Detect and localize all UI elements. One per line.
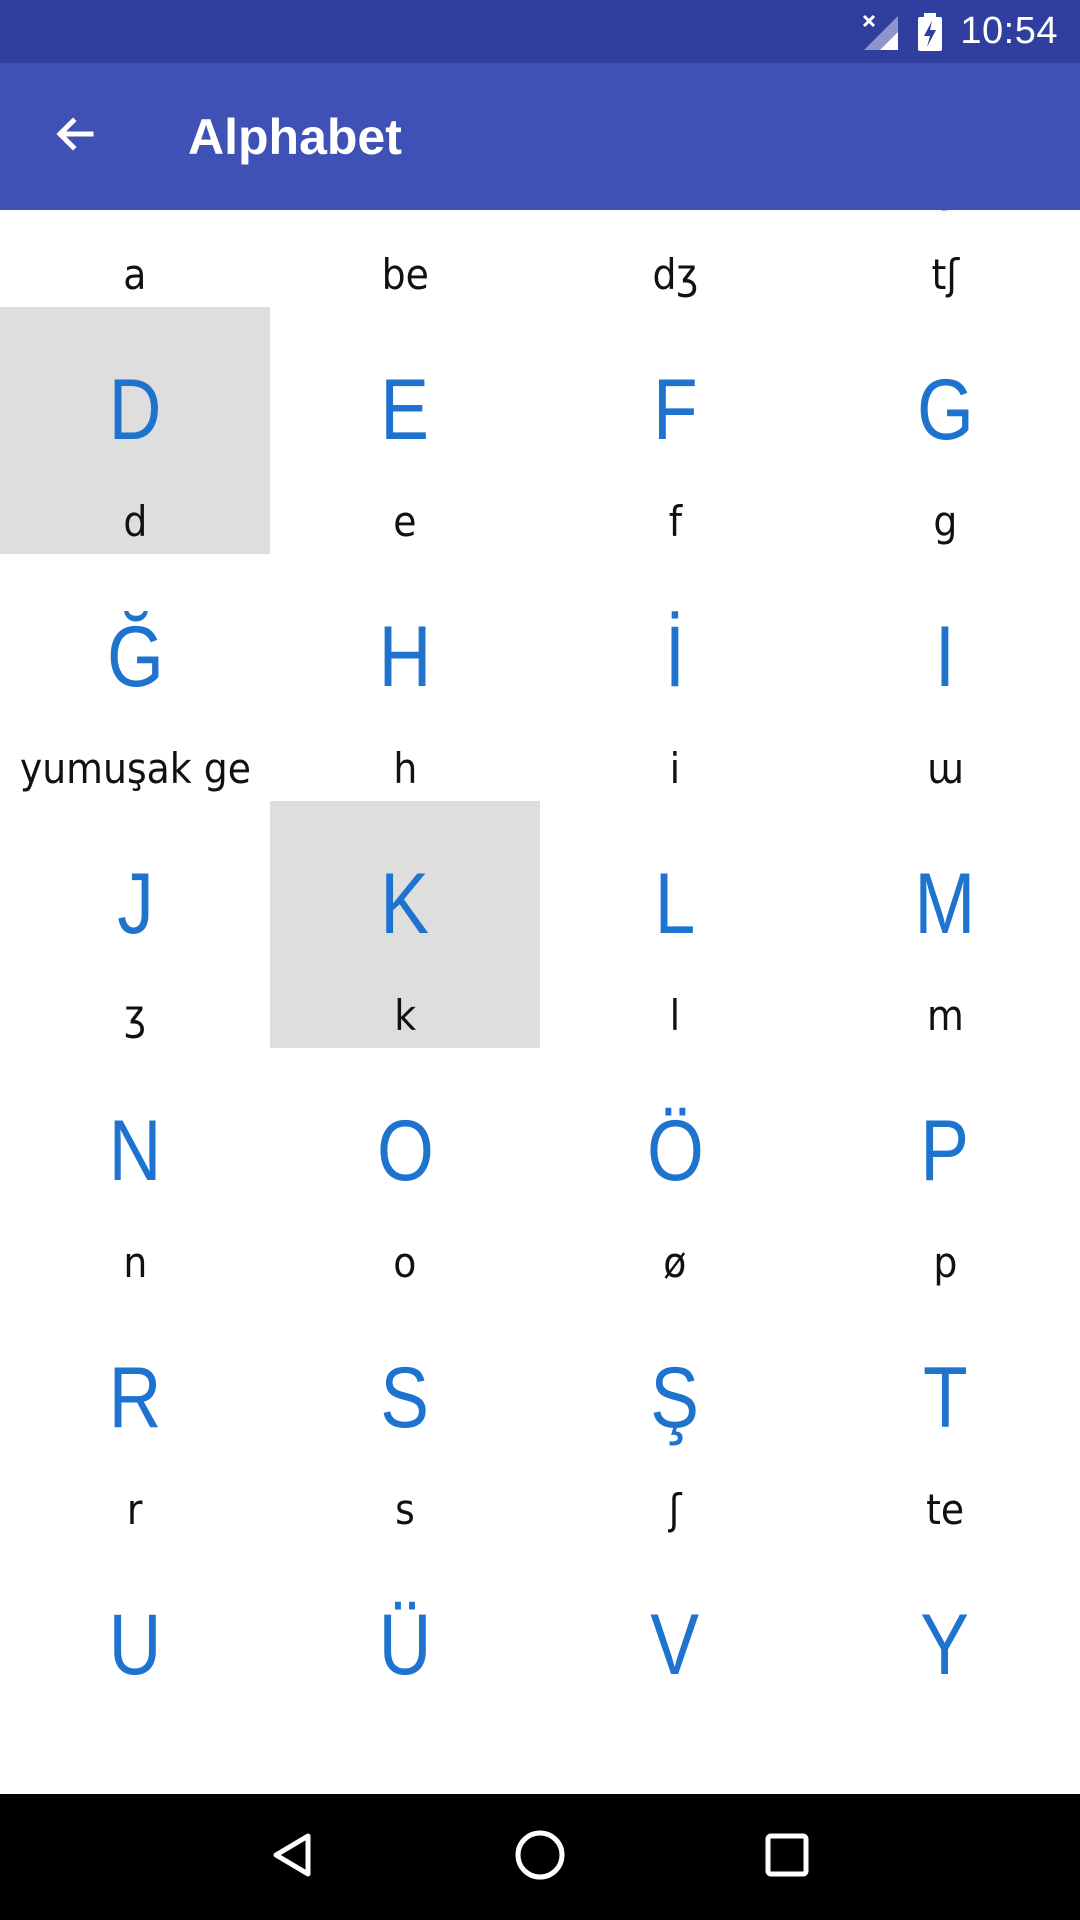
alphabet-letter: Ü (378, 1597, 432, 1693)
back-button[interactable] (0, 63, 150, 210)
alphabet-letter: U (108, 1597, 162, 1693)
alphabet-letter: P (920, 1103, 970, 1199)
pronunciation-label: f (668, 497, 682, 546)
arrow-back-icon (51, 110, 99, 163)
alphabet-letter: J (116, 856, 154, 952)
pronunciation-label: n (123, 1238, 147, 1287)
alphabet-cell[interactable]: Dd (0, 307, 270, 554)
pronunciation-label: o (393, 1238, 417, 1287)
alphabet-cell[interactable]: Ll (540, 801, 810, 1048)
alphabet-letter: E (380, 362, 430, 458)
alphabet-cell[interactable]: Hh (270, 554, 540, 801)
alphabet-letter: R (108, 1350, 162, 1446)
alphabet-cell[interactable]: Tte (810, 1295, 1080, 1542)
pronunciation-label: d (122, 497, 147, 546)
nav-back-button[interactable] (233, 1797, 353, 1917)
alphabet-cell[interactable]: Ü (270, 1542, 540, 1789)
app-bar: Alphabet (0, 63, 1080, 210)
status-time: 10:54 (960, 10, 1058, 52)
status-bar: 10:54 (0, 0, 1080, 63)
pronunciation-label: l (669, 991, 681, 1040)
pronunciation-label: yumuşak ge (19, 744, 251, 793)
alphabet-letter: F (652, 362, 698, 458)
pronunciation-label: s (395, 1485, 415, 1534)
alphabet-cell[interactable]: Oo (270, 1048, 540, 1295)
pronunciation-label: h (393, 744, 417, 793)
home-circle-icon (513, 1828, 567, 1887)
pronunciation-label: te (925, 1485, 965, 1534)
alphabet-cell[interactable]: V (540, 1542, 810, 1789)
alphabet-cell[interactable]: Çtʃ (810, 210, 1080, 307)
pronunciation-label: i (669, 744, 681, 793)
pronunciation-label: ø (663, 1238, 687, 1287)
alphabet-letter: N (108, 1103, 162, 1199)
nav-recents-button[interactable] (727, 1797, 847, 1917)
alphabet-letter: L (654, 856, 696, 952)
signal-no-service-icon (860, 12, 900, 52)
alphabet-cell[interactable]: Kk (270, 801, 540, 1048)
alphabet-letter: T (922, 1350, 968, 1446)
alphabet-letter: D (108, 362, 162, 458)
page-title: Alphabet (188, 108, 402, 165)
alphabet-cell[interactable]: Öø (540, 1048, 810, 1295)
pronunciation-label: a (123, 250, 147, 299)
alphabet-cell[interactable]: U (0, 1542, 270, 1789)
back-triangle-icon (268, 1830, 318, 1885)
alphabet-letter: Ö (646, 1103, 704, 1199)
pronunciation-label: ʃ (668, 1485, 682, 1534)
alphabet-grid-viewport[interactable]: AaBbeCdʒÇtʃDdEeFfGgĞyumuşak geHhİiIɯJʒKk… (0, 210, 1080, 1794)
pronunciation-label: tʃ (931, 250, 959, 299)
alphabet-cell[interactable]: Ss (270, 1295, 540, 1542)
alphabet-letter: M (914, 856, 976, 952)
alphabet-cell[interactable]: Mm (810, 801, 1080, 1048)
alphabet-letter: İ (664, 609, 686, 705)
pronunciation-label: dʒ (652, 250, 698, 299)
alphabet-letter: H (378, 609, 432, 705)
alphabet-cell[interactable]: Şʃ (540, 1295, 810, 1542)
alphabet-grid: AaBbeCdʒÇtʃDdEeFfGgĞyumuşak geHhİiIɯJʒKk… (0, 210, 1080, 1789)
alphabet-cell[interactable]: Bbe (270, 210, 540, 307)
alphabet-cell[interactable]: Jʒ (0, 801, 270, 1048)
alphabet-cell[interactable]: İi (540, 554, 810, 801)
alphabet-letter: Y (920, 1597, 970, 1693)
alphabet-letter: S (380, 1350, 430, 1446)
alphabet-cell[interactable]: Pp (810, 1048, 1080, 1295)
alphabet-letter: Ğ (106, 609, 164, 705)
pronunciation-label: r (127, 1485, 143, 1534)
alphabet-letter: G (916, 362, 974, 458)
pronunciation-label: e (393, 497, 417, 546)
alphabet-letter: V (650, 1597, 700, 1693)
battery-charging-icon (916, 12, 944, 52)
screen: 10:54 Alphabet AaBbeCdʒÇtʃDdEeFfGgĞyumuş… (0, 0, 1080, 1920)
alphabet-cell[interactable]: Aa (0, 210, 270, 307)
alphabet-cell[interactable]: Y (810, 1542, 1080, 1789)
alphabet-cell[interactable]: Nn (0, 1048, 270, 1295)
alphabet-cell[interactable]: Gg (810, 307, 1080, 554)
pronunciation-label: be (381, 250, 429, 299)
pronunciation-label: k (394, 991, 416, 1040)
alphabet-cell[interactable]: Ff (540, 307, 810, 554)
alphabet-letter: I (934, 609, 956, 705)
alphabet-cell[interactable]: Cdʒ (540, 210, 810, 307)
pronunciation-label: ɯ (926, 744, 964, 793)
recents-square-icon (763, 1831, 811, 1884)
alphabet-cell[interactable]: Iɯ (810, 554, 1080, 801)
alphabet-letter: K (380, 856, 430, 952)
pronunciation-label: ʒ (124, 991, 146, 1040)
alphabet-cell[interactable]: Ğyumuşak ge (0, 554, 270, 801)
pronunciation-label: g (932, 497, 957, 546)
alphabet-letter: O (376, 1103, 434, 1199)
alphabet-cell[interactable]: Rr (0, 1295, 270, 1542)
pronunciation-label: m (926, 991, 964, 1040)
nav-home-button[interactable] (480, 1797, 600, 1917)
navigation-bar (0, 1794, 1080, 1920)
alphabet-letter: Ş (650, 1350, 700, 1446)
pronunciation-label: p (932, 1238, 957, 1287)
alphabet-cell[interactable]: Ee (270, 307, 540, 554)
